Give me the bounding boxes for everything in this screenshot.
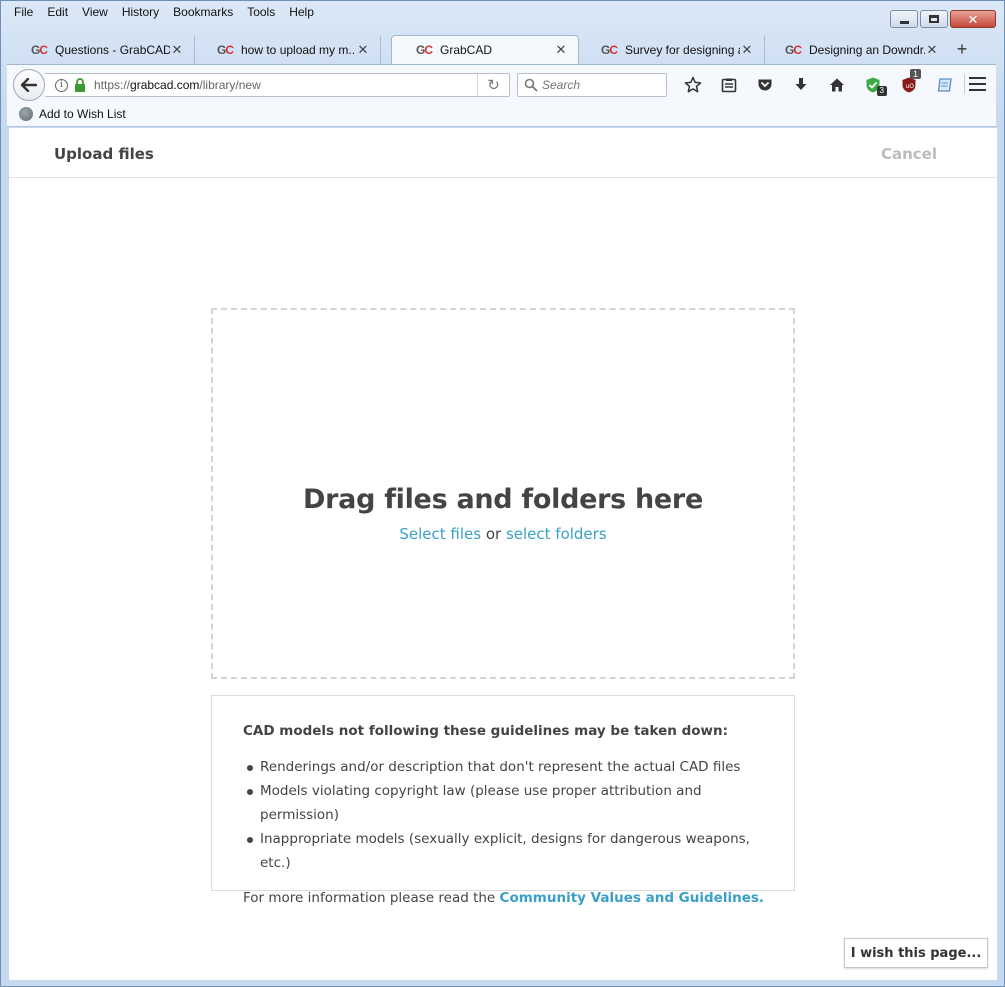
grabcad-favicon-icon: GC bbox=[31, 43, 48, 57]
dropzone-heading: Drag files and folders here bbox=[303, 484, 703, 515]
reading-list-icon[interactable] bbox=[711, 71, 747, 99]
tab-grabcad-active[interactable]: GC GrabCAD ✕ bbox=[391, 35, 579, 64]
cancel-button[interactable]: Cancel bbox=[881, 145, 937, 163]
maximize-button[interactable] bbox=[920, 10, 948, 28]
tab-title: Questions - GrabCAD bbox=[55, 43, 170, 57]
guideline-item: Inappropriate models (sexually explicit,… bbox=[243, 827, 764, 875]
bookmark-label: Add to Wish List bbox=[39, 107, 126, 121]
site-info-icon[interactable]: i bbox=[55, 78, 68, 92]
close-icon: ✕ bbox=[967, 11, 979, 27]
page-title: Upload files bbox=[54, 145, 154, 163]
file-dropzone[interactable]: Drag files and folders here Select files… bbox=[211, 308, 795, 679]
new-tab-button[interactable]: + bbox=[949, 38, 975, 62]
minimize-icon bbox=[899, 20, 909, 24]
ublock-icon[interactable]: uO 1 bbox=[891, 69, 927, 99]
notes-icon[interactable] bbox=[927, 71, 963, 99]
select-files-link[interactable]: Select files bbox=[399, 525, 481, 543]
url-bar[interactable]: i https://grabcad.com/library/new ↻ bbox=[45, 73, 510, 97]
tab-close-icon[interactable]: ✕ bbox=[925, 42, 939, 58]
bookmark-add-to-wish-list[interactable]: Add to Wish List bbox=[19, 107, 126, 121]
page-content: Upload files Cancel Drag files and folde… bbox=[9, 128, 997, 980]
secure-lock-icon[interactable] bbox=[74, 78, 86, 92]
dropzone-links: Select files or select folders bbox=[213, 525, 793, 543]
tab-designing-downdraft[interactable]: GC Designing an Downdr... ✕ bbox=[761, 36, 949, 64]
tab-title: GrabCAD bbox=[440, 43, 493, 57]
tab-strip: GC Questions - GrabCAD ✕ GC how to uploa… bbox=[7, 34, 996, 64]
tab-close-icon[interactable]: ✕ bbox=[356, 42, 370, 58]
grabcad-favicon-icon: GC bbox=[217, 43, 234, 57]
tab-survey[interactable]: GC Survey for designing a... ✕ bbox=[577, 36, 765, 64]
search-input[interactable] bbox=[542, 78, 662, 92]
grabcad-favicon-icon: GC bbox=[785, 43, 802, 57]
globe-icon bbox=[19, 107, 33, 121]
toolbar-icons: 3 uO 1 bbox=[675, 69, 963, 99]
more-info-text: For more information please read the bbox=[243, 890, 496, 906]
tab-title: how to upload my m... bbox=[241, 43, 356, 57]
menu-edit[interactable]: Edit bbox=[40, 4, 75, 22]
pocket-icon[interactable] bbox=[747, 71, 783, 99]
guidelines-box: CAD models not following these guideline… bbox=[211, 695, 795, 906]
menu-bookmarks[interactable]: Bookmarks bbox=[166, 4, 240, 22]
menu-bar: File Edit View History Bookmarks Tools H… bbox=[7, 4, 321, 22]
tab-title: Survey for designing a... bbox=[625, 43, 740, 57]
tab-how-to-upload[interactable]: GC how to upload my m... ✕ bbox=[193, 36, 381, 64]
menu-view[interactable]: View bbox=[75, 4, 115, 22]
tab-questions-grabcad[interactable]: GC Questions - GrabCAD ✕ bbox=[7, 36, 195, 64]
bookmark-star-icon[interactable] bbox=[675, 71, 711, 99]
menu-tools[interactable]: Tools bbox=[240, 4, 282, 22]
upload-header: Upload files Cancel bbox=[9, 128, 997, 178]
home-icon[interactable] bbox=[819, 71, 855, 99]
search-icon bbox=[524, 78, 538, 92]
guidelines-more-info: For more information please read the Com… bbox=[243, 890, 764, 906]
window-controls: ✕ bbox=[890, 10, 996, 28]
feedback-button[interactable]: I wish this page... bbox=[844, 938, 988, 968]
minimize-button[interactable] bbox=[890, 10, 918, 28]
privacy-shield-icon[interactable]: 3 bbox=[855, 71, 891, 99]
guideline-item: Renderings and/or description that don't… bbox=[243, 755, 764, 779]
menu-hamburger-icon[interactable] bbox=[964, 74, 990, 94]
shield-badge: 3 bbox=[876, 86, 887, 96]
or-text: or bbox=[485, 525, 502, 543]
grabcad-favicon-icon: GC bbox=[416, 43, 433, 57]
downloads-icon[interactable] bbox=[783, 71, 819, 99]
ublock-badge: 1 bbox=[909, 69, 921, 79]
tab-close-icon[interactable]: ✕ bbox=[740, 42, 754, 58]
close-window-button[interactable]: ✕ bbox=[950, 10, 996, 28]
menu-file[interactable]: File bbox=[7, 4, 40, 22]
tab-close-icon[interactable]: ✕ bbox=[554, 42, 568, 58]
select-folders-link[interactable]: select folders bbox=[506, 525, 607, 543]
reload-icon[interactable]: ↻ bbox=[477, 74, 509, 96]
svg-text:uO: uO bbox=[906, 83, 915, 90]
grabcad-favicon-icon: GC bbox=[601, 43, 618, 57]
guideline-item: Models violating copyright law (please u… bbox=[243, 779, 764, 827]
search-bar[interactable] bbox=[517, 73, 667, 97]
guidelines-list: Renderings and/or description that don't… bbox=[243, 755, 764, 875]
url-text[interactable]: https://grabcad.com/library/new bbox=[94, 78, 477, 92]
guidelines-heading: CAD models not following these guideline… bbox=[243, 723, 729, 739]
browser-window: File Edit View History Bookmarks Tools H… bbox=[0, 0, 1005, 987]
tab-close-icon[interactable]: ✕ bbox=[170, 42, 184, 58]
menu-history[interactable]: History bbox=[115, 4, 166, 22]
navigation-bar: i https://grabcad.com/library/new ↻ Sear… bbox=[7, 64, 996, 102]
maximize-icon bbox=[929, 15, 939, 23]
back-button[interactable] bbox=[13, 69, 45, 101]
tab-title: Designing an Downdr... bbox=[809, 43, 925, 57]
bookmarks-bar: Add to Wish List bbox=[7, 102, 996, 127]
menu-help[interactable]: Help bbox=[282, 4, 321, 22]
community-guidelines-link[interactable]: Community Values and Guidelines. bbox=[500, 890, 764, 906]
back-arrow-icon bbox=[21, 78, 37, 92]
